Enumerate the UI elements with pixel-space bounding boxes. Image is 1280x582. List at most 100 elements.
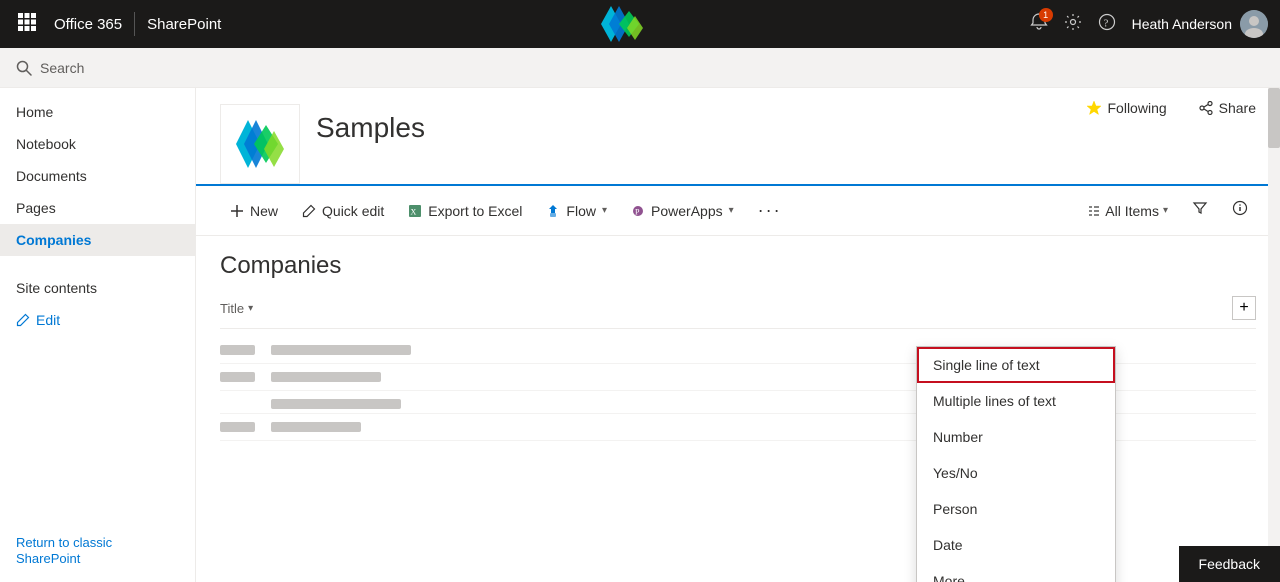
site-contents-link[interactable]: Site contents	[0, 272, 195, 304]
feedback-button[interactable]: Feedback	[1179, 546, 1280, 582]
plus-icon	[230, 204, 244, 218]
dropdown-item-multi-line-label: Multiple lines of text	[933, 393, 1056, 409]
scrollbar-track[interactable]	[1268, 88, 1280, 582]
export-label: Export to Excel	[428, 203, 522, 219]
filter-button[interactable]	[1184, 196, 1216, 225]
divider	[134, 12, 135, 36]
flow-icon	[546, 204, 560, 218]
sidebar-link-pages[interactable]: Pages	[0, 192, 195, 224]
sidebar-item-notebook[interactable]: Notebook	[0, 128, 195, 160]
sp-logo-icon	[601, 6, 649, 42]
flow-button[interactable]: Flow ▾	[536, 197, 617, 225]
title-column-label: Title	[220, 301, 244, 316]
svg-text:X: X	[411, 207, 417, 216]
following-label: Following	[1108, 100, 1167, 116]
search-bar: Search	[0, 48, 1280, 88]
powerapps-icon: P	[631, 204, 645, 218]
sidebar-item-home[interactable]: Home	[0, 96, 195, 128]
top-bar: Office 365 SharePoint 1	[0, 0, 1280, 48]
list-area: Title ▾ +	[196, 288, 1280, 441]
all-items-button[interactable]: All Items ▾	[1079, 199, 1176, 223]
powerapps-button[interactable]: P PowerApps ▾	[621, 197, 744, 225]
dropdown-item-multi-line[interactable]: Multiple lines of text	[917, 383, 1115, 419]
search-label: Search	[40, 60, 84, 76]
search-trigger[interactable]: Search	[16, 60, 84, 76]
dropdown-item-more-label: More...	[933, 573, 977, 582]
dropdown-item-single-line-label: Single line of text	[933, 357, 1040, 373]
toolbar-right: All Items ▾	[1079, 196, 1256, 225]
top-bar-center	[233, 6, 1017, 42]
dropdown-item-date-label: Date	[933, 537, 963, 553]
all-items-chevron-icon: ▾	[1163, 205, 1168, 216]
share-button[interactable]: Share	[1191, 96, 1264, 120]
page-title: Companies	[196, 236, 1280, 288]
export-button[interactable]: X Export to Excel	[398, 197, 532, 225]
search-icon	[16, 60, 32, 76]
ph-cell-2a	[220, 372, 255, 382]
more-button[interactable]: ···	[748, 194, 792, 227]
quick-edit-label: Quick edit	[322, 203, 384, 219]
scrollbar-thumb[interactable]	[1268, 88, 1280, 148]
user-avatar	[1240, 10, 1268, 38]
flow-chevron-icon: ▾	[602, 205, 607, 216]
sidebar-bottom: Return to classic SharePoint	[0, 534, 195, 566]
info-icon	[1232, 200, 1248, 216]
list-header: Title ▾ +	[220, 288, 1256, 329]
svg-text:P: P	[635, 207, 640, 216]
add-column-button[interactable]: +	[1232, 296, 1256, 320]
all-items-label: All Items	[1105, 203, 1159, 219]
info-button[interactable]	[1224, 196, 1256, 225]
sidebar-nav: Home Notebook Documents Pages Companies	[0, 96, 195, 256]
powerapps-chevron-icon: ▾	[729, 205, 734, 216]
dropdown-menu: Single line of text Multiple lines of te…	[916, 346, 1116, 582]
edit-link[interactable]: Edit	[0, 304, 195, 336]
sidebar-link-companies[interactable]: Companies	[0, 224, 195, 256]
dropdown-item-date[interactable]: Date	[917, 527, 1115, 563]
office365-label: Office 365	[54, 16, 122, 33]
notification-icon[interactable]: 1	[1030, 13, 1048, 36]
content-area: Samples Following	[196, 88, 1280, 582]
star-icon	[1086, 100, 1102, 116]
filter-icon	[1192, 200, 1208, 216]
title-column-header[interactable]: Title ▾	[220, 301, 253, 316]
sidebar-item-companies[interactable]: Companies	[0, 224, 195, 256]
user-name: Heath Anderson	[1132, 16, 1232, 32]
sidebar-item-documents[interactable]: Documents	[0, 160, 195, 192]
following-button[interactable]: Following	[1078, 96, 1175, 120]
quick-edit-button[interactable]: Quick edit	[292, 197, 394, 225]
excel-icon: X	[408, 204, 422, 218]
ph-cell-1a	[220, 345, 255, 355]
ph-cell-2c	[271, 399, 401, 409]
edit-icon	[16, 313, 30, 327]
help-icon[interactable]: ?	[1098, 13, 1116, 36]
notification-badge: 1	[1039, 8, 1053, 22]
sidebar-item-pages[interactable]: Pages	[0, 192, 195, 224]
share-label: Share	[1219, 100, 1256, 116]
dropdown-item-person[interactable]: Person	[917, 491, 1115, 527]
ph-cell-3a	[220, 422, 255, 432]
user-area[interactable]: Heath Anderson	[1132, 10, 1268, 38]
dropdown-item-single-line[interactable]: Single line of text	[917, 347, 1115, 383]
svg-text:?: ?	[1103, 17, 1108, 29]
return-classic-link[interactable]: Return to classic SharePoint	[16, 535, 112, 566]
sidebar-link-documents[interactable]: Documents	[0, 160, 195, 192]
sidebar-link-home[interactable]: Home	[0, 96, 195, 128]
waffle-icon[interactable]	[12, 13, 42, 36]
sidebar-link-notebook[interactable]: Notebook	[0, 128, 195, 160]
dropdown-item-person-label: Person	[933, 501, 977, 517]
settings-icon[interactable]	[1064, 13, 1082, 36]
list-icon	[1087, 204, 1101, 218]
new-label: New	[250, 203, 278, 219]
more-dots-icon: ···	[758, 200, 782, 221]
powerapps-label: PowerApps	[651, 203, 723, 219]
flow-label: Flow	[566, 203, 596, 219]
ph-cell-2b	[271, 372, 381, 382]
ph-cell-1b	[271, 345, 411, 355]
dropdown-item-yesno[interactable]: Yes/No	[917, 455, 1115, 491]
pencil-icon	[302, 204, 316, 218]
dropdown-item-yesno-label: Yes/No	[933, 465, 978, 481]
dropdown-item-number[interactable]: Number	[917, 419, 1115, 455]
site-logo-icon	[232, 116, 288, 172]
dropdown-item-more[interactable]: More...	[917, 563, 1115, 582]
new-button[interactable]: New	[220, 197, 288, 225]
